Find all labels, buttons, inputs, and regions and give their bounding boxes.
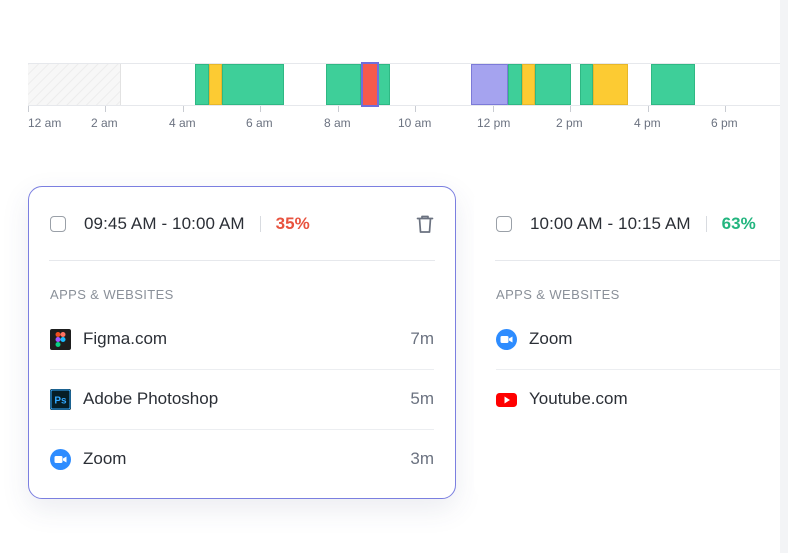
zoom-icon [496,328,517,350]
header-separator [259,216,261,232]
timeline-segment-productive[interactable] [378,64,390,105]
axis-tick [183,106,184,112]
timeline-segment-productive[interactable] [326,64,361,105]
axis-tick [28,106,29,112]
productivity-percent: 35% [275,214,310,233]
time-range: 09:45 AM - 10:00 AM [84,214,245,233]
axis-label: 4 pm [634,116,661,130]
timeline-segment-productive[interactable] [222,64,284,105]
axis-label: 12 pm [477,116,511,130]
timeline-segment-productive[interactable] [535,64,571,105]
section-title: APPS & WEBSITES [50,287,174,302]
card-divider [495,260,788,261]
trash-icon[interactable] [416,214,434,234]
header-separator [705,216,707,232]
time-slot-card[interactable]: 10:00 AM - 10:15 AM 63% APPS & WEBSITES … [474,186,788,499]
app-duration: 5m [410,389,434,408]
card-header: 10:00 AM - 10:15 AM 63% [496,211,788,237]
axis-label: 8 am [324,116,351,130]
card-header: 09:45 AM - 10:00 AM 35% [50,211,434,237]
section-title: APPS & WEBSITES [496,287,620,302]
select-checkbox[interactable] [496,216,512,232]
activity-view: 12 am 2 am 4 am 6 am 8 am 10 am 12 pm 2 … [0,0,788,553]
app-name: Adobe Photoshop [83,389,219,408]
timeline-segment-manual[interactable] [471,64,508,105]
axis-label: 6 pm [711,116,738,130]
axis-tick [570,106,571,112]
app-duration: 7m [410,329,434,348]
time-range: 10:00 AM - 10:15 AM [530,214,691,233]
axis-tick [648,106,649,112]
timeline-axis: 12 am 2 am 4 am 6 am 8 am 10 am 12 pm 2 … [0,106,788,130]
app-row[interactable]: Youtube.com [496,369,788,429]
axis-label: 6 am [246,116,273,130]
app-name: Youtube.com [529,389,628,408]
axis-tick [260,106,261,112]
timeline-segment-productive[interactable] [195,64,209,105]
axis-label: 4 am [169,116,196,130]
no-data-range [28,64,121,105]
scroll-edge [780,0,788,553]
axis-label: 10 am [398,116,432,130]
app-duration: 3m [410,449,434,468]
time-slot-card-selected[interactable]: 09:45 AM - 10:00 AM 35% APPS & WEBSITES [28,186,456,499]
app-name: Zoom [83,449,127,468]
timeline-segment-neutral[interactable] [522,64,535,105]
app-row[interactable]: Figma.com 7m [50,309,434,370]
timeline-segment-productive[interactable] [580,64,593,105]
timeline-segment-productive[interactable] [508,64,522,105]
axis-label: 2 am [91,116,118,130]
app-name: Figma.com [83,329,168,348]
timeline-segment-neutral[interactable] [593,64,628,105]
app-row[interactable]: Ps Adobe Photoshop 5m [50,369,434,430]
timeline-segment-selected[interactable] [361,62,379,107]
card-divider [49,260,435,261]
productivity-percent: 63% [721,214,756,233]
axis-tick [493,106,494,112]
zoom-icon [50,448,71,470]
app-row[interactable]: Zoom 3m [50,429,434,489]
figma-icon [50,328,71,350]
axis-tick [725,106,726,112]
timeline-segment-neutral[interactable] [209,64,222,105]
axis-label: 12 am [28,116,62,130]
axis-label: 2 pm [556,116,583,130]
axis-tick [338,106,339,112]
app-row[interactable]: Zoom [496,309,788,370]
select-checkbox[interactable] [50,216,66,232]
axis-tick [105,106,106,112]
youtube-icon [496,389,517,410]
svg-text:Ps: Ps [54,395,67,406]
timeline-segment-productive[interactable] [651,64,695,105]
photoshop-icon: Ps [50,388,71,410]
activity-timeline[interactable] [28,62,780,107]
axis-tick [415,106,416,112]
app-name: Zoom [529,329,573,348]
